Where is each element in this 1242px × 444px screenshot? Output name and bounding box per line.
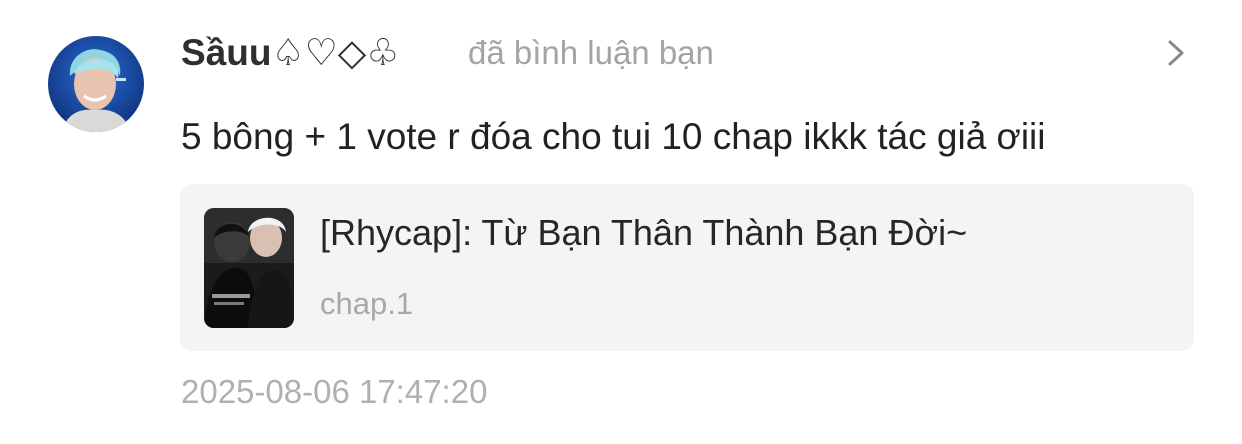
commented-action-text: đã bình luận bạn [468,34,714,71]
comment-text: 5 bông + 1 vote r đóa cho tui 10 chap ik… [181,116,1046,157]
story-card[interactable]: [Rhycap]: Từ Bạn Thân Thành Bạn Đời~ cha… [180,184,1194,351]
avatar-photo-icon [48,36,144,132]
story-cover-image [204,208,294,328]
user-avatar[interactable] [48,36,144,132]
chapter-label: chap.1 [320,286,414,321]
comment-timestamp: 2025-08-06 17:47:20 [181,373,488,410]
username[interactable]: Sầuu♤♡◇♧ [181,27,399,79]
cover-photo-icon [204,208,294,328]
story-title[interactable]: [Rhycap]: Từ Bạn Thân Thành Bạn Đời~ [320,208,967,258]
chevron-right-icon[interactable] [1163,38,1189,68]
